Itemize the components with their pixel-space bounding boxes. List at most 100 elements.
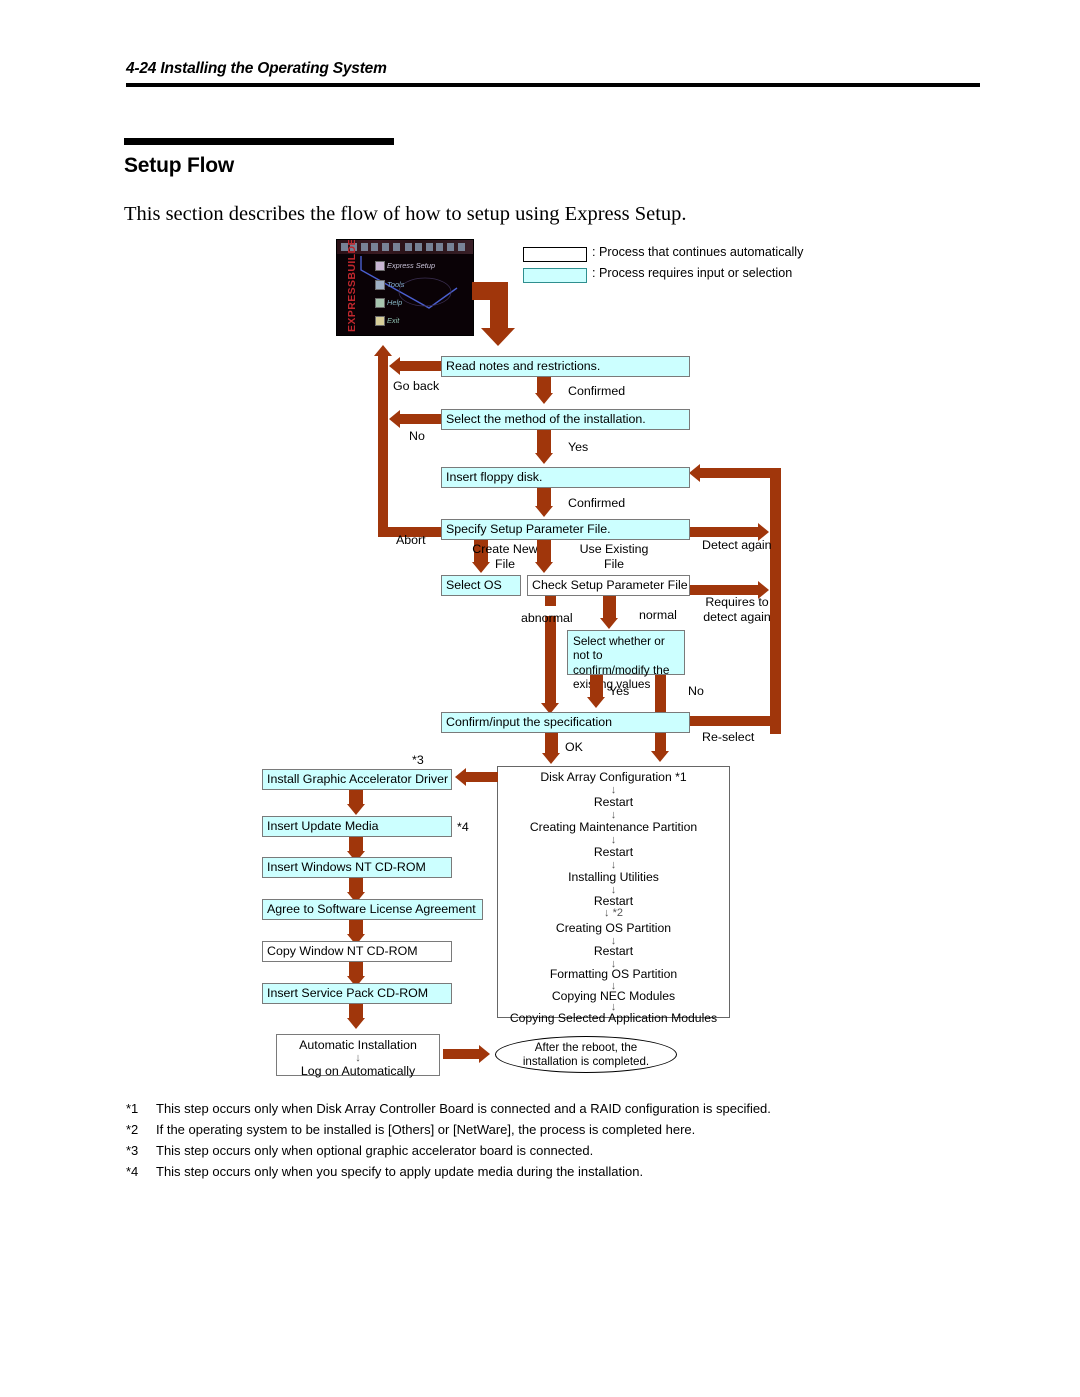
legend-swatch-input <box>523 268 587 283</box>
edge-no-arrowhead <box>389 410 400 428</box>
ref-marker-3: *3 <box>412 753 424 767</box>
node-install-graphic-driver[interactable]: Install Graphic Accelerator Driver <box>262 769 452 790</box>
setup-flow-diagram: EXPRESSBUILDER Express Setup Tools Help … <box>0 0 1080 1397</box>
expressbuilder-screenshot: EXPRESSBUILDER Express Setup Tools Help … <box>336 239 474 336</box>
edge-no-line <box>400 414 441 424</box>
edge-label-no-2: No <box>688 684 704 698</box>
edge-yes-2-arrowhead <box>587 697 605 708</box>
node-select-os[interactable]: Select OS <box>441 575 521 596</box>
footnote-1-marker: *1 <box>126 1101 139 1116</box>
auto-step-3: Creating Maintenance Partition <box>529 820 698 834</box>
auto-install-down-arrow: ↓ <box>355 1051 361 1064</box>
edge-go-back-arrowhead <box>389 357 400 375</box>
edge-abnormal-stub <box>545 596 556 606</box>
edge-label-detect-again: Detect again <box>702 538 772 552</box>
menu-icon-help <box>375 298 385 308</box>
terminator-line-2: installation is completed. <box>522 1055 650 1068</box>
node-insert-update-media[interactable]: Insert Update Media <box>262 816 452 837</box>
edge-label-yes-2: Yes <box>609 684 630 698</box>
edge-gfx-to-update-arrowhead <box>347 804 365 815</box>
edge-confirmed-2-line <box>537 488 551 508</box>
legend-label-automatic: : Process that continues automatically <box>592 245 804 259</box>
edge-label-abort: Abort <box>396 533 426 547</box>
auto-step-8: Restart <box>593 944 634 958</box>
edge-yes-1-line <box>537 430 551 455</box>
node-automatic-installation: Automatic Installation ↓ Log on Automati… <box>276 1034 440 1078</box>
footnote-4: *4 This step occurs only when you specif… <box>126 1161 986 1182</box>
edge-detect-again-line <box>690 527 762 537</box>
node-copy-windows-nt-cd[interactable]: Copy Window NT CD-ROM <box>262 941 452 962</box>
edge-autoinstall-to-end-arrowhead <box>479 1045 490 1063</box>
expressbuilder-menu-express-setup[interactable]: Express Setup <box>387 261 435 270</box>
terminator-installation-completed: After the reboot, the installation is co… <box>495 1036 677 1073</box>
edge-go-back-line <box>400 361 441 371</box>
footnote-1: *1 This step occurs only when Disk Array… <box>126 1098 986 1119</box>
terminator-line-1: After the reboot, the <box>534 1041 638 1054</box>
node-agree-license[interactable]: Agree to Software License Agreement <box>262 899 483 920</box>
edge-label-normal: normal <box>639 608 677 622</box>
right-return-top-arrowhead <box>689 464 700 482</box>
edge-ok-line <box>545 733 558 755</box>
edge-yes-1-arrowhead <box>535 453 553 464</box>
edge-label-abnormal: abnormal <box>521 611 573 625</box>
edge-label-go-back: Go back <box>393 379 440 393</box>
auto-step-2: Restart <box>593 795 634 809</box>
expressbuilder-menu-tools[interactable]: Tools <box>387 280 404 289</box>
edge-confirmed-2-arrowhead <box>535 506 553 517</box>
edge-confirmed-1-arrowhead <box>535 393 553 404</box>
node-insert-service-pack-cd[interactable]: Insert Service Pack CD-ROM <box>262 983 452 1004</box>
edge-normal-line <box>603 596 616 620</box>
node-confirm-input-specification[interactable]: Confirm/input the specification <box>441 712 690 733</box>
menu-icon-exit <box>375 316 385 326</box>
edge-abnormal-line <box>545 616 556 707</box>
start-elbow-vertical <box>490 282 508 330</box>
edge-yes-2-line <box>590 675 603 699</box>
menu-icon-express-setup <box>375 261 385 271</box>
footnote-4-marker: *4 <box>126 1164 139 1180</box>
start-elbow-arrowhead <box>481 328 515 346</box>
edge-label-create-new-file: Create New File <box>472 542 538 571</box>
menu-icon-tools <box>375 280 385 290</box>
left-return-arrowhead-up <box>374 345 392 356</box>
edge-ok-arrowhead <box>542 753 560 764</box>
auto-step-5: Installing Utilities <box>568 870 659 884</box>
node-select-confirm-modify[interactable]: Select whether or not to confirm/modify … <box>567 630 685 691</box>
node-check-parameter-file[interactable]: Check Setup Parameter File <box>527 575 690 596</box>
expressbuilder-brand: EXPRESSBUILDER <box>346 239 358 332</box>
auto-step-6: Restart <box>593 894 634 908</box>
auto-step-11: Copying Selected Application Modules <box>509 1011 718 1025</box>
ref-marker-4: *4 <box>457 820 469 834</box>
edge-use-existing-file-line <box>537 540 551 564</box>
node-specify-parameter-file[interactable]: Specify Setup Parameter File. <box>441 519 690 540</box>
node-read-notes[interactable]: Read notes and restrictions. <box>441 356 690 377</box>
footnote-2-text: If the operating system to be installed … <box>156 1122 696 1138</box>
edge-sp-to-autoinstall-arrowhead <box>347 1018 365 1029</box>
auto-step-4: Restart <box>593 845 634 859</box>
footnote-2-marker: *2 <box>126 1122 139 1138</box>
edge-label-confirmed-2: Confirmed <box>568 496 626 510</box>
edge-label-confirmed-1: Confirmed <box>568 384 626 398</box>
footnote-3: *3 This step occurs only when optional g… <box>126 1140 986 1161</box>
expressbuilder-menu-exit[interactable]: Exit <box>387 316 399 325</box>
edge-label-requires-detect-again: Requires to detect again <box>703 595 771 624</box>
node-insert-floppy[interactable]: Insert floppy disk. <box>441 467 690 488</box>
automatic-process-panel: Disk Array Configuration *1 ↓ Restart ↓ … <box>497 766 730 1024</box>
edge-label-ok: OK <box>565 740 583 754</box>
edge-panel-to-gfx-line <box>466 772 498 782</box>
footnote-4-text: This step occurs only when you specify t… <box>156 1164 644 1180</box>
footnotes: *1 This step occurs only when Disk Array… <box>126 1098 986 1182</box>
expressbuilder-menu-help[interactable]: Help <box>387 298 402 307</box>
edge-normal-arrowhead <box>600 618 618 629</box>
footnote-1-text: This step occurs only when Disk Array Co… <box>156 1101 771 1116</box>
right-return-top-line <box>700 468 775 478</box>
node-select-method[interactable]: Select the method of the installation. <box>441 409 690 430</box>
edge-use-existing-file-arrowhead <box>535 562 553 573</box>
node-insert-windows-nt-cd[interactable]: Insert Windows NT CD-ROM <box>262 857 452 878</box>
footnote-3-text: This step occurs only when optional grap… <box>156 1143 594 1159</box>
edge-label-use-existing-file: Use Existing File <box>579 542 649 571</box>
edge-label-re-select: Re-select <box>702 730 755 744</box>
edge-no-2-arrowhead <box>651 751 669 762</box>
left-return-bar <box>378 355 388 537</box>
edge-requires-detect-line <box>690 585 762 595</box>
auto-install-line-2: Log on Automatically <box>300 1063 416 1078</box>
